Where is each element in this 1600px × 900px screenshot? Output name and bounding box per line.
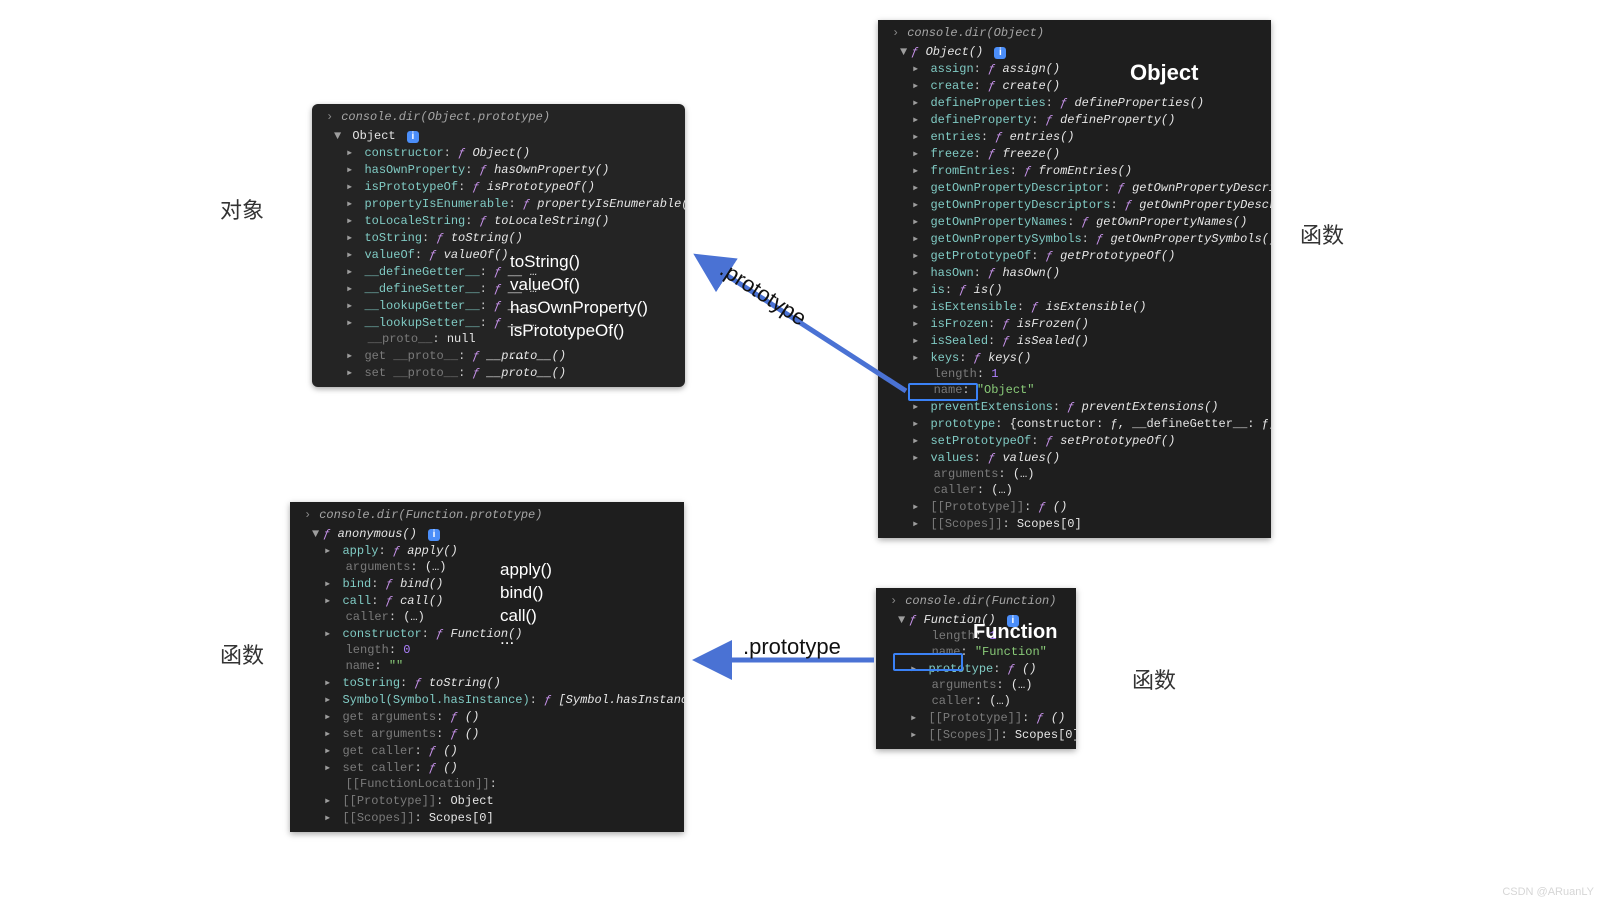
tree-row[interactable]: name: "" — [290, 658, 684, 674]
tree-row[interactable]: ▸ assign: ƒ assign() — [878, 60, 1271, 77]
highlight-box-object-prototype — [908, 383, 978, 401]
tree-row[interactable]: ▸ set arguments: ƒ () — [290, 725, 684, 742]
tree-row[interactable]: ▸ [[Scopes]]: Scopes[0] — [878, 515, 1271, 532]
tree-row[interactable]: ▸ hasOwn: ƒ hasOwn() — [878, 264, 1271, 281]
tree-row[interactable]: ▸ prototype: {constructor: ƒ, __defineGe… — [878, 415, 1271, 432]
tree-row[interactable]: caller: (…) — [290, 609, 684, 625]
tree-row[interactable]: ▸ defineProperties: ƒ defineProperties() — [878, 94, 1271, 111]
overlay-proto-methods: toString() valueOf() hasOwnProperty() is… — [510, 251, 648, 366]
tree-row[interactable]: arguments: (…) — [876, 677, 1076, 693]
tree-row[interactable]: ▸ [[Scopes]]: Scopes[0] — [876, 726, 1076, 743]
highlight-box-function-prototype — [893, 653, 963, 671]
tree-row[interactable]: ▸ fromEntries: ƒ fromEntries() — [878, 162, 1271, 179]
tree-row[interactable]: ▸ entries: ƒ entries() — [878, 128, 1271, 145]
overlay-title-object: Object — [1130, 60, 1198, 86]
console-command: › console.dir(Object) — [878, 24, 1271, 44]
overlay-func-methods: apply() bind() call() ... — [500, 559, 552, 651]
tree-row[interactable]: ▸ constructor: ƒ Object() — [312, 144, 685, 161]
tree-row[interactable]: ▸ getPrototypeOf: ƒ getPrototypeOf() — [878, 247, 1271, 264]
tree-row[interactable]: ▸ getOwnPropertyDescriptor: ƒ getOwnProp… — [878, 179, 1271, 196]
label-function-cn-left: 函数 — [220, 645, 264, 667]
tree-row[interactable]: ▸ [[Prototype]]: ƒ () — [876, 709, 1076, 726]
tree-row[interactable]: [[FunctionLocation]]: — [290, 776, 684, 792]
tree-row[interactable]: ▸ isFrozen: ƒ isFrozen() — [878, 315, 1271, 332]
tree-row[interactable]: ▸ set __proto__: ƒ __proto__() — [312, 364, 685, 381]
tree-row[interactable]: caller: (…) — [876, 693, 1076, 709]
tree-row[interactable]: ▸ getOwnPropertySymbols: ƒ getOwnPropert… — [878, 230, 1271, 247]
label-function-cn-right-bottom: 函数 — [1132, 670, 1176, 692]
tree-row[interactable]: ▸ isExtensible: ƒ isExtensible() — [878, 298, 1271, 315]
tree-root[interactable]: ▼ƒ Object() i — [878, 44, 1271, 60]
tree-row[interactable]: length: 0 — [290, 642, 684, 658]
tree-row[interactable]: ▸ get caller: ƒ () — [290, 742, 684, 759]
info-icon[interactable]: i — [407, 131, 419, 143]
tree-row[interactable]: arguments: (…) — [878, 466, 1271, 482]
tree-row[interactable]: ▸ bind: ƒ bind() — [290, 575, 684, 592]
tree-row[interactable]: ▸ create: ƒ create() — [878, 77, 1271, 94]
arrow-label-bottom: .prototype — [743, 636, 841, 658]
tree-row[interactable]: ▸ propertyIsEnumerable: ƒ propertyIsEnum… — [312, 195, 685, 212]
tree-row[interactable]: ▸ [[Prototype]]: ƒ () — [878, 498, 1271, 515]
console-panel-object: › console.dir(Object)▼ƒ Object() i▸ assi… — [878, 20, 1271, 538]
tree-row[interactable]: ▸ isSealed: ƒ isSealed() — [878, 332, 1271, 349]
tree-row[interactable]: ▸ freeze: ƒ freeze() — [878, 145, 1271, 162]
console-panel-function-prototype: › console.dir(Function.prototype)▼ƒ anon… — [290, 502, 684, 832]
console-command: › console.dir(Object.prototype) — [312, 108, 685, 128]
tree-row[interactable]: ▸ getOwnPropertyDescriptors: ƒ getOwnPro… — [878, 196, 1271, 213]
tree-row[interactable]: ▸ toString: ƒ toString() — [290, 674, 684, 691]
label-function-cn-right-top: 函数 — [1300, 225, 1344, 247]
tree-row[interactable]: ▸ [[Prototype]]: Object — [290, 792, 684, 809]
overlay-title-function: Function — [973, 620, 1057, 644]
watermark: CSDN @ARuanLY — [1502, 886, 1594, 898]
tree-row[interactable]: ▸ hasOwnProperty: ƒ hasOwnProperty() — [312, 161, 685, 178]
arrow-label-top: .prototype — [716, 258, 810, 330]
tree-row[interactable]: ▸ get arguments: ƒ () — [290, 708, 684, 725]
tree-row[interactable]: ▸ setPrototypeOf: ƒ setPrototypeOf() — [878, 432, 1271, 449]
tree-row[interactable]: ▸ is: ƒ is() — [878, 281, 1271, 298]
tree-row[interactable]: ▸ Symbol(Symbol.hasInstance): ƒ [Symbol.… — [290, 691, 684, 708]
console-command: › console.dir(Function.prototype) — [290, 506, 684, 526]
info-icon[interactable]: i — [428, 529, 440, 541]
tree-row[interactable]: ▸ set caller: ƒ () — [290, 759, 684, 776]
arrows-svg — [0, 0, 1600, 900]
tree-root[interactable]: ▼ Object i — [312, 128, 685, 144]
tree-row[interactable]: ▸ values: ƒ values() — [878, 449, 1271, 466]
tree-row[interactable]: ▸ [[Scopes]]: Scopes[0] — [290, 809, 684, 826]
tree-row[interactable]: length: 1 — [878, 366, 1271, 382]
tree-row[interactable]: ▸ constructor: ƒ Function() — [290, 625, 684, 642]
info-icon[interactable]: i — [994, 47, 1006, 59]
tree-row[interactable]: ▸ getOwnPropertyNames: ƒ getOwnPropertyN… — [878, 213, 1271, 230]
tree-row[interactable]: ▸ call: ƒ call() — [290, 592, 684, 609]
tree-row[interactable]: ▸ toString: ƒ toString() — [312, 229, 685, 246]
tree-row[interactable]: ▸ keys: ƒ keys() — [878, 349, 1271, 366]
tree-row[interactable]: arguments: (…) — [290, 559, 684, 575]
tree-row[interactable]: ▸ toLocaleString: ƒ toLocaleString() — [312, 212, 685, 229]
tree-row[interactable]: ▸ defineProperty: ƒ defineProperty() — [878, 111, 1271, 128]
tree-row[interactable]: caller: (…) — [878, 482, 1271, 498]
console-command: › console.dir(Function) — [876, 592, 1076, 612]
tree-row[interactable]: ▸ isPrototypeOf: ƒ isPrototypeOf() — [312, 178, 685, 195]
tree-row[interactable]: ▸ apply: ƒ apply() — [290, 542, 684, 559]
label-object-cn: 对象 — [220, 200, 264, 222]
tree-root[interactable]: ▼ƒ anonymous() i — [290, 526, 684, 542]
